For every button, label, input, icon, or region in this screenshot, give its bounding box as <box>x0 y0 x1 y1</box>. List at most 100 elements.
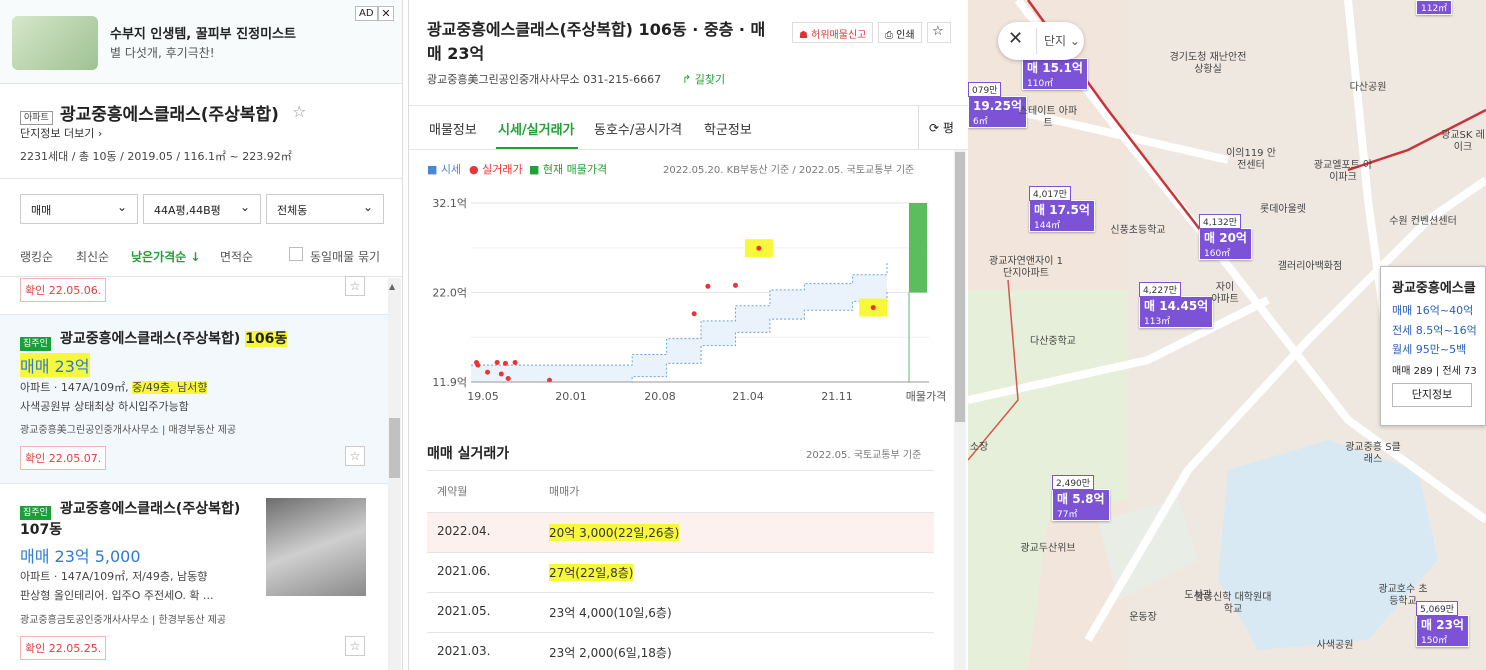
map-label: 경기도청 재난안전상황실 <box>1169 52 1247 75</box>
ad-title[interactable]: 수부지 인생템, 꿀피부 진정미스트 <box>110 23 296 42</box>
sort-low-price[interactable]: 낮은가격순 ↓ <box>131 248 200 265</box>
trade-price: 20억 3,000(22일,26층) <box>549 524 680 541</box>
map-marker[interactable]: 5,069만 매 23억 150㎡ <box>1416 601 1469 647</box>
complex-popup[interactable]: 광교중흥에스클 매매 16억~40억 전세 8.5억~16억 월세 95만~5백… <box>1380 266 1486 426</box>
trade-month: 2022.04. <box>437 524 491 538</box>
favorite-star-icon[interactable]: ☆ <box>292 102 306 121</box>
confirm-date: 확인 22.05.25. <box>20 636 107 660</box>
transaction-point <box>705 283 711 289</box>
report-button[interactable]: ☗ 허위매물신고 <box>792 22 874 43</box>
divider <box>427 512 934 513</box>
table-row-highlight <box>427 512 934 552</box>
transaction-point <box>870 305 876 311</box>
tab-listing-info[interactable]: 매물정보 <box>429 119 477 138</box>
map-filter-select[interactable]: 단지 ⌄ <box>1044 32 1080 49</box>
confirm-date: 확인 22.05.06. <box>20 278 107 302</box>
trade-price: 23억 4,000(10일,6층) <box>549 606 672 620</box>
favorite-star-icon[interactable]: ☆ <box>345 446 365 466</box>
trades-header-price: 매매가 <box>549 485 580 498</box>
favorite-star-icon[interactable]: ☆ <box>927 22 951 43</box>
ad-tag: AD <box>355 6 378 21</box>
map-label: 사색공원 <box>1316 640 1354 651</box>
detail-scrollbar-thumb[interactable] <box>955 152 965 422</box>
dong-select[interactable]: 전체동 ⌄ <box>266 194 384 224</box>
complex-summary: 2231세대 / 총 10동 / 2019.05 / 116.1㎡ ~ 223.… <box>20 150 292 163</box>
map-marker[interactable]: 112㎡ <box>1416 0 1453 15</box>
map-label: 갤러리아백화점 <box>1277 261 1343 272</box>
listing-desc: 사색공원뷰 상태최상 하시입주가능함 <box>20 400 189 413</box>
area-select[interactable]: 44A평,44B평 ⌄ <box>143 194 261 224</box>
popup-monthly: 월세 95만~5백 <box>1392 343 1467 356</box>
trade-type-select[interactable]: 매매 ⌄ <box>20 194 138 224</box>
trade-month: 2021.03. <box>437 644 491 658</box>
map-marker[interactable]: 4,132만 매 20억 160㎡ <box>1199 214 1252 260</box>
map-label: 수원 컨벤션센터 <box>1389 216 1457 227</box>
transaction-point <box>756 245 762 251</box>
complex-info-button[interactable]: 단지정보 <box>1392 383 1472 407</box>
divider <box>427 632 934 633</box>
ad-banner[interactable]: 수부지 인생템, 꿀피부 진정미스트 별 다섯개, 후기극찬! AD ✕ <box>0 0 402 84</box>
legend-transactions: ● 실거래가 <box>469 163 523 176</box>
print-button[interactable]: ⎙ 인쇄 <box>878 22 922 43</box>
map-marker[interactable]: 2,490만 매 5.8억 77㎡ <box>1052 475 1110 521</box>
trade-month: 2021.05. <box>437 604 491 618</box>
x-tick-label: 20.08 <box>644 390 676 403</box>
favorite-star-icon[interactable]: ☆ <box>345 636 365 656</box>
map-label: 광교두산위브 <box>1020 543 1076 554</box>
map[interactable]: 매 15.1억 110㎡ 079만 19.25억 6㎡ 4,017만 매 17.5억 14… <box>968 0 1486 670</box>
sort-ranking[interactable]: 랭킹순 <box>20 248 53 265</box>
ad-image[interactable] <box>12 16 98 70</box>
tab-dong[interactable]: 동호수/공시가격 <box>594 119 682 138</box>
x-tick-label: 21.11 <box>821 390 853 403</box>
refresh-button[interactable]: ⟳ 평 <box>918 106 969 149</box>
owner-badge: 집주인 <box>20 331 51 351</box>
favorite-star-icon[interactable]: ☆ <box>345 276 365 296</box>
map-label: 광교중흥 S클래스 <box>1345 442 1401 465</box>
close-icon[interactable]: ✕ <box>1008 28 1023 49</box>
transaction-point <box>691 311 697 317</box>
popup-sale: 매매 16억~40억 <box>1392 304 1474 317</box>
listing-name[interactable]: 광교중흥에스클래스(주상복합) 106동 <box>60 328 288 348</box>
listing-dong[interactable]: 107동 <box>20 519 62 539</box>
directions-link[interactable]: ↱ 길찾기 <box>682 71 725 87</box>
divider <box>0 178 402 179</box>
listing-agent: 광교중흥美그린공인중개사사무소 | 매경부동산 제공 <box>20 425 237 436</box>
transaction-point <box>732 282 738 288</box>
group-checkbox[interactable] <box>289 247 303 261</box>
trade-price: 23억 2,000(6일,18층) <box>549 646 672 660</box>
listing-photo[interactable] <box>266 498 366 596</box>
divider <box>427 470 934 471</box>
map-label: 광교자연앤자이 1단지아파트 <box>989 256 1063 279</box>
x-tick-label: 매물가격 <box>906 390 946 403</box>
popup-counts: 매매 289 | 전세 73 <box>1392 366 1477 377</box>
map-label: 운동장 <box>1129 612 1157 623</box>
map-label: 스테이트 아파트 <box>1018 106 1078 129</box>
listing-agent: 광교중흥금토공인중개사사무소 | 한경부동산 제공 <box>20 615 227 626</box>
active-tab-indicator <box>496 147 578 149</box>
map-label: 소장 <box>969 442 989 453</box>
ad-close-icon[interactable]: ✕ <box>378 6 394 21</box>
sort-latest[interactable]: 최신순 <box>76 248 109 265</box>
map-marker[interactable]: 4,227만 매 14.45억 113㎡ <box>1139 282 1214 328</box>
listing-price: 매매 23억 <box>20 353 90 377</box>
map-marker[interactable]: 4,017만 매 17.5억 144㎡ <box>1029 186 1095 232</box>
y-tick-label: 22.0억 <box>432 287 467 300</box>
listing-name[interactable]: 광교중흥에스클래스(주상복합) <box>60 498 240 518</box>
sort-area[interactable]: 면적순 <box>220 248 253 265</box>
divider <box>0 276 402 277</box>
transaction-point <box>494 360 500 366</box>
y-tick-label: 32.1억 <box>432 197 467 210</box>
complex-info-link[interactable]: 단지정보 더보기 › <box>20 125 102 141</box>
trade-price: 27억(22일,8층) <box>549 564 634 581</box>
scroll-up-icon[interactable]: ▲ <box>389 282 395 291</box>
listing-price-bar <box>909 203 927 293</box>
map-marker[interactable]: 매 15.1억 110㎡ <box>1022 58 1088 90</box>
list-scrollbar-thumb[interactable] <box>389 418 400 478</box>
popup-jeonse: 전세 8.5억~16억 <box>1392 324 1477 337</box>
tab-price[interactable]: 시세/실거래가 <box>498 119 575 138</box>
tab-school[interactable]: 학군정보 <box>704 119 752 138</box>
trade-month: 2021.06. <box>437 564 491 578</box>
transaction-point <box>502 360 508 366</box>
price-chart: 32.1억 22.0억 11.9억19.05 20.01 20.08 21.04 21.11… <box>432 197 946 403</box>
transaction-point <box>505 375 511 381</box>
